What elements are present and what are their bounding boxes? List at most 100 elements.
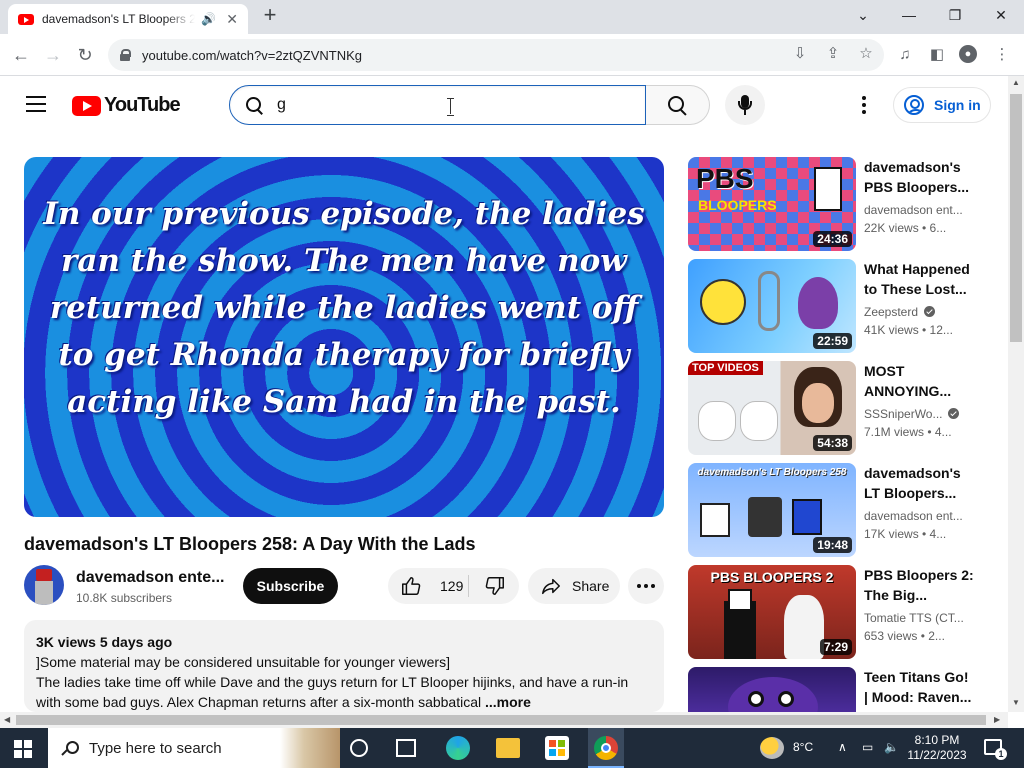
notifications-icon[interactable]: 1 [984, 739, 1007, 760]
clock-date: 11/22/2023 [907, 748, 967, 762]
dislike-button[interactable] [470, 568, 519, 604]
forward-button[interactable]: → [40, 42, 66, 68]
video-thumbnail[interactable]: PBS BLOOPERS 2 7:29 [688, 565, 856, 659]
youtube-logo[interactable]: YouTube [72, 94, 181, 117]
video-thumbnail[interactable] [688, 667, 856, 712]
volume-muted-icon[interactable]: 🔈 [884, 740, 899, 754]
weather-icon[interactable] [760, 737, 784, 759]
video-frame-text: In our previous episode, the ladies ran … [43, 196, 645, 420]
recommended-video[interactable]: Teen Titans Go! | Mood: Raven... [688, 667, 988, 712]
recommended-stats: 17K views • 4... [864, 527, 947, 541]
url-text[interactable]: youtube.com/watch?v=2ztQZVNTNKg [142, 48, 362, 63]
more-actions-button[interactable] [628, 568, 664, 604]
reload-button[interactable]: ↻ [72, 42, 98, 68]
profile-avatar-icon[interactable]: ● [959, 45, 977, 63]
scrollbar-thumb[interactable] [1010, 94, 1022, 342]
microsoft-store-icon[interactable] [545, 736, 569, 760]
recommended-video[interactable]: PBS BLOOPERS 24:36 davemadson's PBS Bloo… [688, 157, 988, 251]
recommended-video[interactable]: davemadson's LT Bloopers 258 19:48 davem… [688, 463, 988, 557]
search-button-icon [668, 96, 686, 114]
video-duration: 19:48 [813, 537, 852, 553]
video-thumbnail[interactable]: PBS BLOOPERS 24:36 [688, 157, 856, 251]
browser-tab-bar: davemadson's LT Bloopers 2 🔊 ✕ + ⌄ — ❐ ✕ [0, 0, 1024, 34]
scrollbar-thumb[interactable] [16, 715, 986, 725]
share-button[interactable]: Share [528, 568, 620, 604]
address-toolbar: ← → ↻ youtube.com/watch?v=2ztQZVNTNKg ⇩ … [0, 34, 1024, 76]
recommended-title[interactable]: Teen Titans Go! | Mood: Raven... [864, 667, 974, 707]
chrome-menu-icon[interactable]: ⋮ [992, 45, 1012, 65]
address-bar[interactable]: youtube.com/watch?v=2ztQZVNTNKg [108, 39, 884, 71]
file-explorer-icon[interactable] [496, 738, 520, 758]
search-box[interactable] [229, 85, 646, 125]
share-arrow-icon [542, 578, 560, 595]
windows-start-icon[interactable] [14, 740, 32, 758]
show-more-link[interactable]: ...more [485, 694, 531, 710]
side-panel-icon[interactable]: ◧ [927, 45, 947, 65]
taskbar-search-box[interactable]: Type here to search [48, 728, 340, 768]
recommended-channel[interactable]: davemadson ent... [864, 509, 974, 523]
channel-label: SSSniperWo... [864, 407, 943, 421]
search-input[interactable] [277, 96, 577, 114]
tab-title: davemadson's LT Bloopers 2 [42, 12, 196, 26]
tab-close-icon[interactable]: ✕ [226, 11, 238, 28]
bookmark-star-icon[interactable]: ☆ [856, 44, 876, 64]
channel-name[interactable]: davemadson ente... [76, 569, 225, 587]
video-thumbnail[interactable]: 22:59 [688, 259, 856, 353]
share-page-icon[interactable]: ⇪ [823, 44, 843, 64]
browser-tab[interactable]: davemadson's LT Bloopers 2 🔊 ✕ [8, 4, 248, 34]
scroll-right-icon[interactable]: ▶ [994, 715, 1000, 724]
tab-search-icon[interactable]: ⌄ [840, 0, 886, 30]
back-button[interactable]: ← [8, 42, 34, 68]
subscribe-button[interactable]: Subscribe [243, 568, 338, 604]
recommended-video[interactable]: 22:59 What Happened to These Lost... Zee… [688, 259, 988, 353]
menu-icon[interactable] [26, 96, 46, 112]
like-dislike-group: 129 [388, 568, 519, 604]
scroll-down-icon[interactable]: ▼ [1012, 698, 1020, 707]
task-view-icon[interactable] [396, 739, 416, 757]
weather-temperature[interactable]: 8°C [793, 740, 813, 754]
speaker-icon[interactable]: 🔊 [201, 12, 216, 26]
recommended-title[interactable]: davemadson's LT Bloopers... [864, 463, 974, 503]
recommended-title[interactable]: MOST ANNOYING... [864, 361, 974, 401]
cortana-icon[interactable] [350, 739, 368, 757]
recommended-title[interactable]: davemadson's PBS Bloopers... [864, 157, 974, 197]
recommended-channel[interactable]: SSSniperWo... [864, 407, 974, 421]
video-thumbnail[interactable]: davemadson's LT Bloopers 258 19:48 [688, 463, 856, 557]
video-thumbnail[interactable]: TOP VIDEOS 54:38 [688, 361, 856, 455]
scroll-left-icon[interactable]: ◀ [4, 715, 10, 724]
settings-more-icon[interactable] [854, 94, 874, 116]
thumbs-up-icon [402, 577, 421, 595]
lock-icon[interactable] [120, 49, 131, 61]
minimize-button[interactable]: — [886, 0, 932, 30]
recommended-video[interactable]: PBS BLOOPERS 2 7:29 PBS Bloopers 2: The … [688, 565, 988, 659]
youtube-header: YouTube Sign in [0, 76, 1008, 134]
search-button[interactable] [646, 85, 710, 125]
recommended-title[interactable]: What Happened to These Lost... [864, 259, 974, 299]
chrome-taskbar-active[interactable] [588, 728, 624, 768]
view-count-date: 3K views 5 days ago [36, 634, 173, 650]
like-button[interactable]: 129 [388, 568, 468, 604]
scroll-up-icon[interactable]: ▲ [1012, 78, 1020, 87]
description-box[interactable]: 3K views 5 days ago ]Some material may b… [24, 620, 664, 712]
voice-search-button[interactable] [725, 85, 765, 125]
video-player[interactable]: In our previous episode, the ladies ran … [24, 157, 664, 517]
horizontal-scrollbar[interactable]: ◀ ▶ [0, 712, 1008, 728]
edge-browser-icon[interactable] [446, 736, 470, 760]
new-tab-button[interactable]: + [258, 4, 282, 28]
recommended-channel[interactable]: Zeepsterd [864, 305, 974, 319]
system-clock[interactable]: 8:10 PM 11/22/2023 [906, 733, 968, 763]
restore-button[interactable]: ❐ [932, 0, 978, 30]
show-hidden-icons-icon[interactable]: ∧ [838, 740, 847, 754]
vertical-scrollbar[interactable]: ▲ ▼ [1008, 76, 1024, 712]
recommended-channel[interactable]: davemadson ent... [864, 203, 974, 217]
recommended-video[interactable]: TOP VIDEOS 54:38 MOST ANNOYING... SSSnip… [688, 361, 988, 455]
recommended-title[interactable]: PBS Bloopers 2: The Big... [864, 565, 974, 605]
recommended-channel[interactable]: Tomatie TTS (CT... [864, 611, 974, 625]
network-icon[interactable]: ▭ [862, 740, 873, 754]
user-circle-icon [904, 95, 924, 115]
channel-avatar[interactable] [24, 565, 64, 605]
close-window-button[interactable]: ✕ [978, 0, 1024, 30]
media-controls-icon[interactable]: ♫ [895, 45, 915, 65]
sign-in-button[interactable]: Sign in [893, 87, 991, 123]
install-app-icon[interactable]: ⇩ [790, 44, 810, 64]
